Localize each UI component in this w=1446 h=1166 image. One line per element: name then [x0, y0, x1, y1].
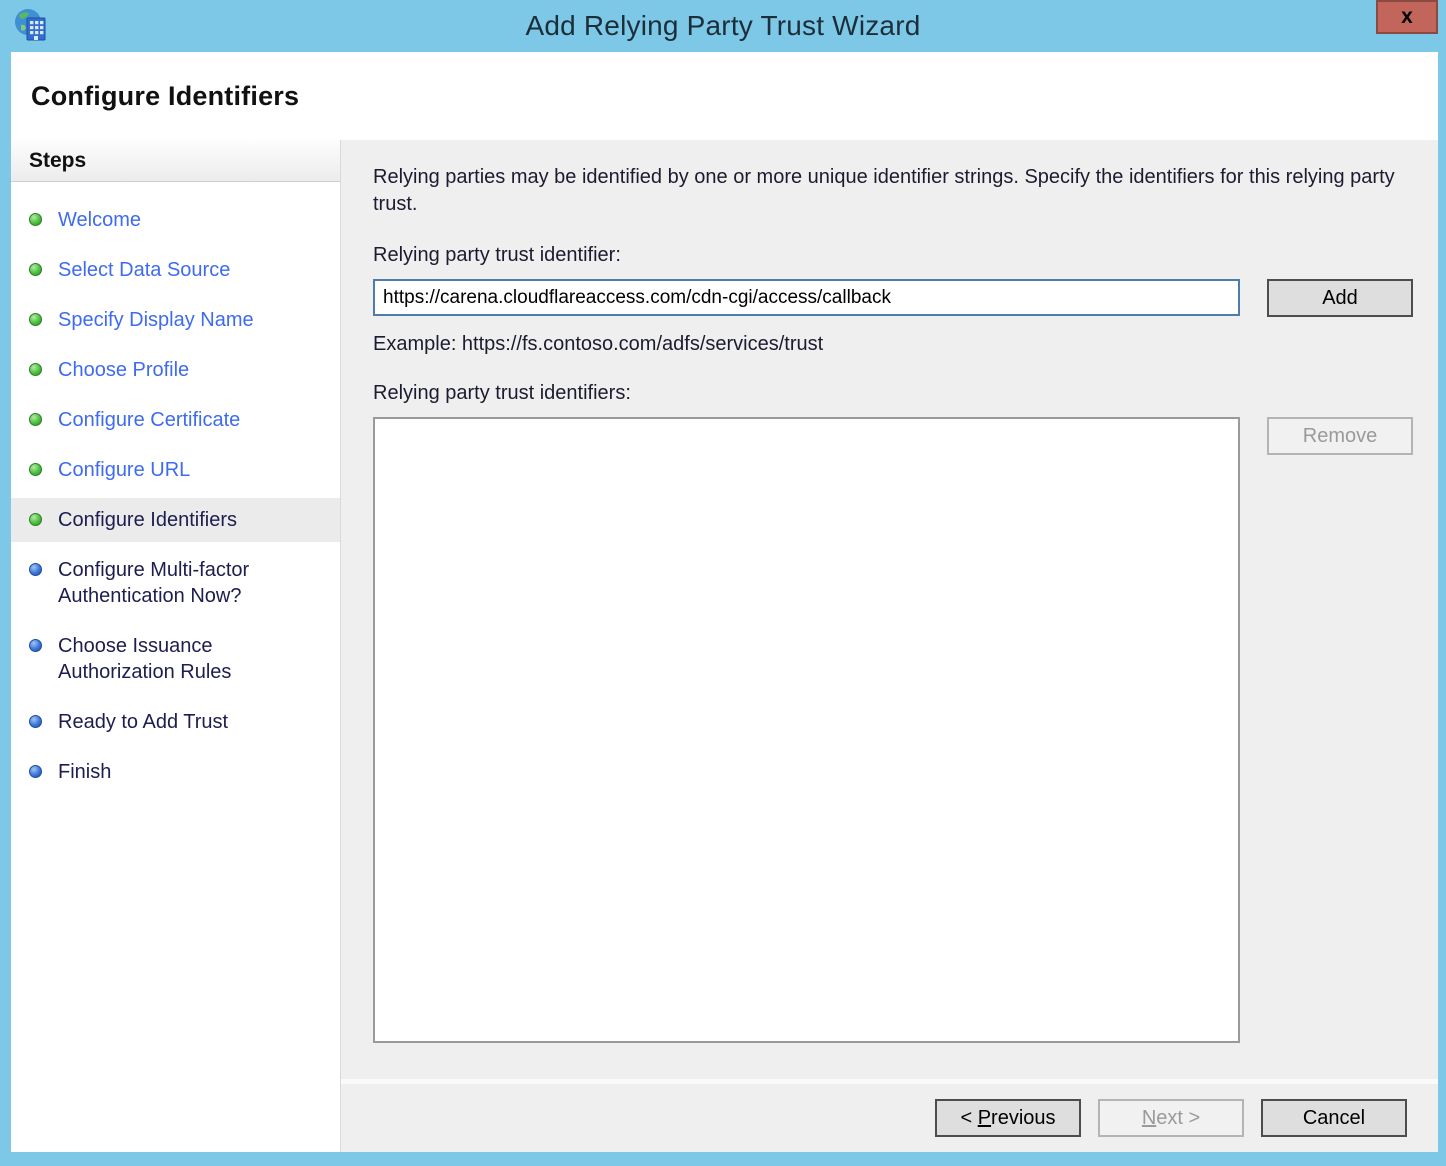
step-label: Choose Profile: [58, 357, 189, 383]
step-label: Configure Certificate: [58, 407, 240, 433]
steps-heading: Steps: [11, 140, 340, 182]
identifier-label: Relying party trust identifier:: [373, 244, 1413, 267]
step-label: Configure Multi-factor Authentication No…: [58, 557, 330, 609]
step-status-icon: [29, 765, 42, 778]
sidebar-step-choose-issuance-authorization-rules[interactable]: Choose Issuance Authorization Rules: [11, 624, 340, 694]
sidebar-step-configure-multi-factor-authentication-now[interactable]: Configure Multi-factor Authentication No…: [11, 548, 340, 618]
step-label: Configure Identifiers: [58, 507, 237, 533]
content-area: Relying parties may be identified by one…: [341, 140, 1438, 1079]
step-label: Specify Display Name: [58, 307, 254, 333]
step-label: Welcome: [58, 207, 141, 233]
add-button[interactable]: Add: [1267, 279, 1413, 317]
step-status-icon: [29, 639, 42, 652]
step-status-icon: [29, 563, 42, 576]
step-label: Choose Issuance Authorization Rules: [58, 633, 330, 685]
wizard-window: Add Relying Party Trust Wizard x Configu…: [0, 0, 1446, 1166]
identifiers-listbox[interactable]: [373, 417, 1240, 1043]
step-status-icon: [29, 213, 42, 226]
main-column: Relying parties may be identified by one…: [341, 140, 1438, 1152]
sidebar-step-configure-url[interactable]: Configure URL: [11, 448, 340, 492]
sidebar-step-configure-certificate[interactable]: Configure Certificate: [11, 398, 340, 442]
example-text: Example: https://fs.contoso.com/adfs/ser…: [373, 333, 1413, 356]
step-status-icon: [29, 263, 42, 276]
identifiers-list-label: Relying party trust identifiers:: [373, 382, 1413, 405]
sidebar-step-welcome[interactable]: Welcome: [11, 198, 340, 242]
step-label: Select Data Source: [58, 257, 230, 283]
identifier-input[interactable]: [373, 279, 1240, 316]
step-status-icon: [29, 413, 42, 426]
page-header: Configure Identifiers: [11, 52, 1438, 140]
next-button[interactable]: Next >: [1098, 1099, 1244, 1137]
intro-text: Relying parties may be identified by one…: [373, 164, 1403, 218]
previous-button[interactable]: < Previous: [935, 1099, 1081, 1137]
sidebar-step-ready-to-add-trust[interactable]: Ready to Add Trust: [11, 700, 340, 744]
remove-button[interactable]: Remove: [1267, 417, 1413, 455]
step-status-icon: [29, 313, 42, 326]
cancel-button[interactable]: Cancel: [1261, 1099, 1407, 1137]
step-status-icon: [29, 363, 42, 376]
adfs-app-icon: [12, 7, 50, 45]
sidebar-step-specify-display-name[interactable]: Specify Display Name: [11, 298, 340, 342]
step-status-icon: [29, 463, 42, 476]
footer-button-bar: < Previous Next > Cancel: [341, 1084, 1438, 1152]
steps-list: Welcome Select Data Source Specify Display…: [11, 182, 340, 800]
window-title: Add Relying Party Trust Wizard: [0, 10, 1446, 42]
step-label: Ready to Add Trust: [58, 709, 228, 735]
sidebar-step-finish[interactable]: Finish: [11, 750, 340, 794]
sidebar-step-configure-identifiers[interactable]: Configure Identifiers: [11, 498, 340, 542]
step-label: Finish: [58, 759, 111, 785]
sidebar-step-choose-profile[interactable]: Choose Profile: [11, 348, 340, 392]
step-status-icon: [29, 715, 42, 728]
steps-sidebar: Steps Welcome Select Data Source Specify D…: [11, 140, 341, 1152]
title-bar: Add Relying Party Trust Wizard x: [0, 0, 1446, 52]
step-label: Configure URL: [58, 457, 190, 483]
page-title: Configure Identifiers: [31, 81, 299, 112]
close-button[interactable]: x: [1376, 0, 1438, 34]
window-body: Configure Identifiers Steps Welcome Selec…: [11, 52, 1438, 1152]
sidebar-step-select-data-source[interactable]: Select Data Source: [11, 248, 340, 292]
step-status-icon: [29, 513, 42, 526]
